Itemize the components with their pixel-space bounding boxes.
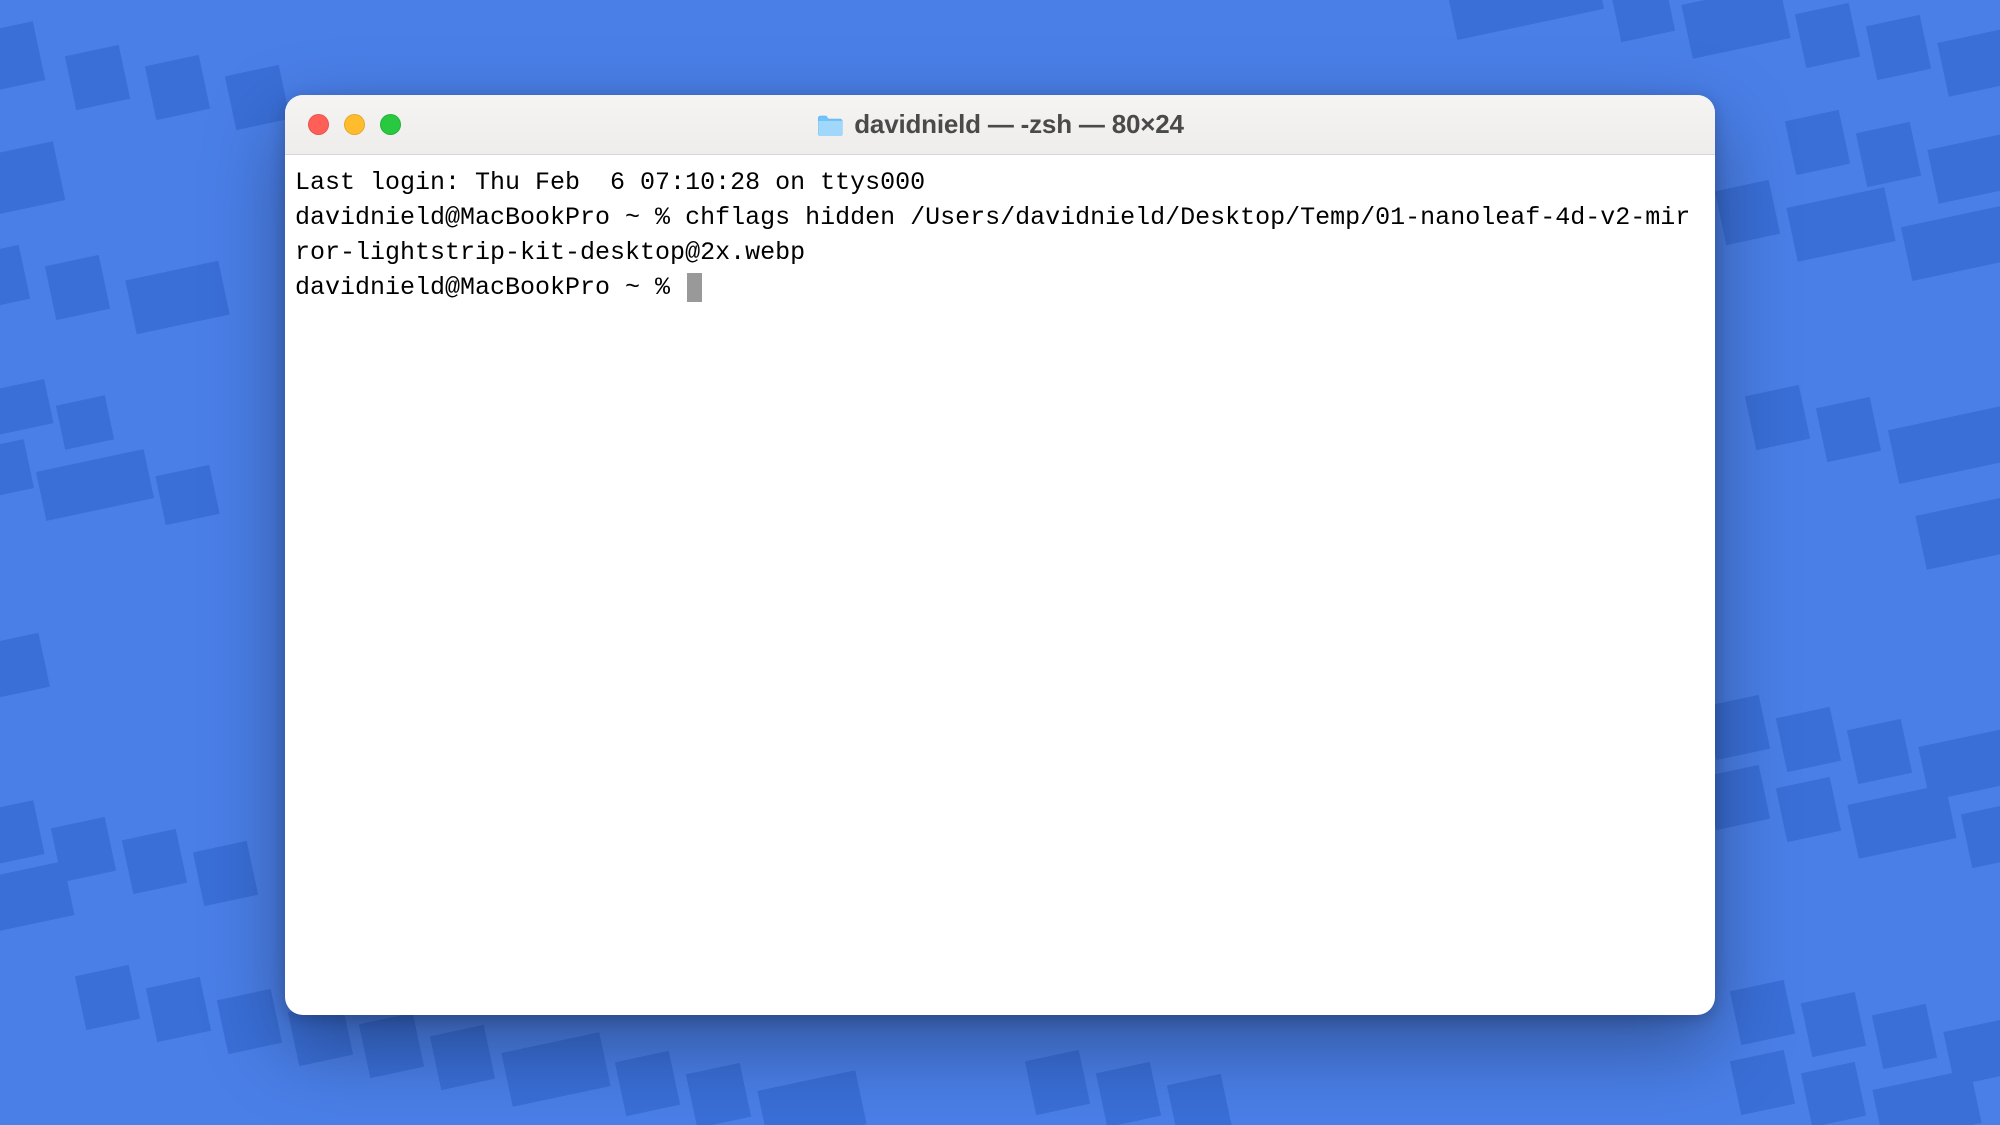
terminal-output-line: Last login: Thu Feb 6 07:10:28 on ttys00… — [295, 165, 1705, 200]
maximize-button[interactable] — [380, 114, 401, 135]
title-container: davidnield — -zsh — 80×24 — [816, 109, 1184, 140]
terminal-command-line: davidnield@MacBookPro ~ % chflags hidden… — [295, 200, 1705, 270]
window-titlebar[interactable]: davidnield — -zsh — 80×24 — [285, 95, 1715, 155]
terminal-content[interactable]: Last login: Thu Feb 6 07:10:28 on ttys00… — [285, 155, 1715, 315]
close-button[interactable] — [308, 114, 329, 135]
terminal-prompt: davidnield@MacBookPro ~ % — [295, 273, 685, 302]
folder-icon — [816, 114, 844, 136]
terminal-window[interactable]: davidnield — -zsh — 80×24 Last login: Th… — [285, 95, 1715, 1015]
minimize-button[interactable] — [344, 114, 365, 135]
terminal-cursor — [687, 273, 702, 302]
window-title: davidnield — -zsh — 80×24 — [854, 109, 1184, 140]
traffic-lights — [285, 114, 401, 135]
